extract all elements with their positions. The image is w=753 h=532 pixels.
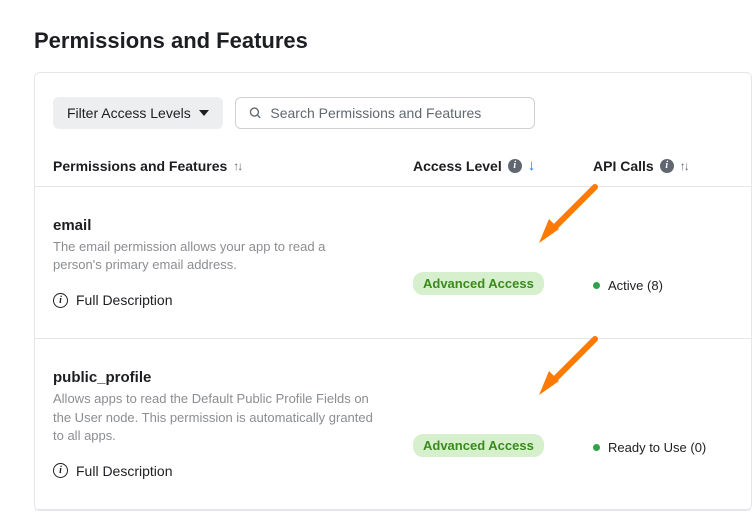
column-header-api[interactable]: API Calls i ↑↓ — [593, 158, 733, 174]
search-icon — [248, 105, 263, 121]
caret-down-icon — [199, 110, 209, 116]
full-description-label: Full Description — [76, 292, 172, 308]
sort-icon: ↑↓ — [680, 159, 688, 173]
table-row: public_profile Allows apps to read the D… — [35, 339, 751, 510]
access-level-badge: Advanced Access — [413, 272, 544, 295]
column-api-label: API Calls — [593, 158, 654, 174]
filter-label: Filter Access Levels — [67, 105, 191, 121]
table-row: email The email permission allows your a… — [35, 187, 751, 339]
full-description-link[interactable]: i Full Description — [53, 292, 373, 308]
info-icon: i — [508, 159, 522, 173]
table-header: Permissions and Features ↑↓ Access Level… — [35, 143, 751, 187]
permission-name: public_profile — [53, 369, 373, 386]
info-outline-icon: i — [53, 293, 68, 308]
permissions-panel: Filter Access Levels Permissions and Fea… — [34, 72, 752, 511]
api-status-label: Active (8) — [608, 278, 663, 293]
page-title: Permissions and Features — [0, 0, 753, 72]
api-status-label: Ready to Use (0) — [608, 440, 706, 455]
access-level-badge: Advanced Access — [413, 434, 544, 457]
full-description-link[interactable]: i Full Description — [53, 463, 373, 479]
permission-name: email — [53, 217, 373, 234]
status-dot-icon — [593, 444, 600, 451]
column-header-access[interactable]: Access Level i ↓ — [413, 157, 593, 174]
column-access-label: Access Level — [413, 158, 502, 174]
sort-desc-icon: ↓ — [528, 157, 536, 174]
info-outline-icon: i — [53, 463, 68, 478]
permission-description: Allows apps to read the Default Public P… — [53, 390, 373, 445]
permission-description: The email permission allows your app to … — [53, 238, 373, 274]
column-header-name[interactable]: Permissions and Features ↑↓ — [53, 158, 413, 174]
sort-icon: ↑↓ — [233, 159, 241, 173]
controls-bar: Filter Access Levels — [35, 97, 751, 143]
full-description-label: Full Description — [76, 463, 172, 479]
search-input[interactable] — [270, 105, 521, 121]
column-name-label: Permissions and Features — [53, 158, 227, 174]
api-status: Active (8) — [593, 278, 663, 293]
info-icon: i — [660, 159, 674, 173]
status-dot-icon — [593, 282, 600, 289]
search-box[interactable] — [235, 97, 535, 129]
api-status: Ready to Use (0) — [593, 440, 706, 455]
filter-access-levels-button[interactable]: Filter Access Levels — [53, 97, 223, 129]
